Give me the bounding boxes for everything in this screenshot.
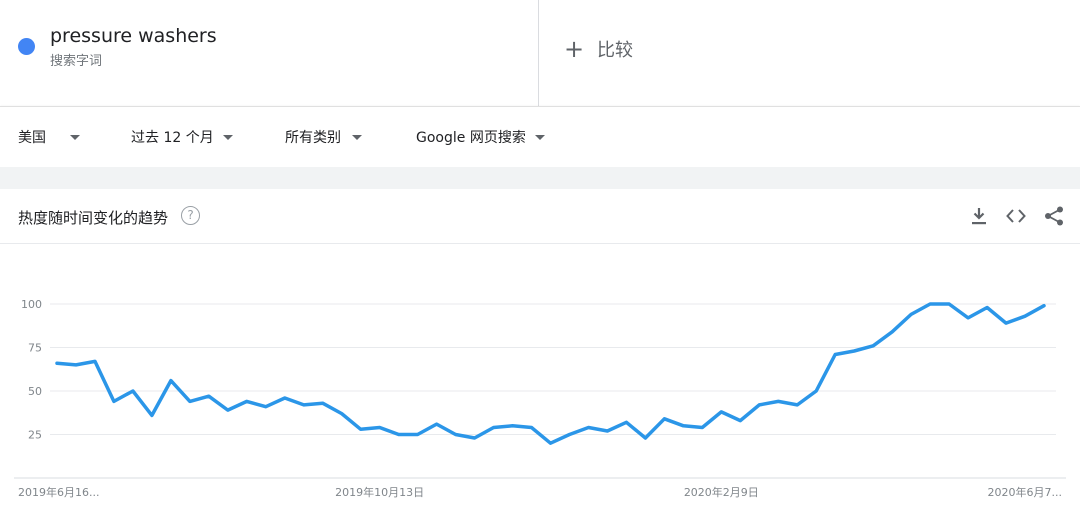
y-tick-label: 100 — [21, 298, 42, 311]
chart-grid — [14, 303, 1066, 479]
trend-line — [55, 302, 1046, 445]
x-tick-label: 2019年6月16... — [18, 485, 99, 499]
trend-chart: 25 50 75 100 2019年6月16... 2019年10月13日 2020年2月… — [14, 298, 1066, 499]
term-color-dot — [18, 38, 35, 55]
y-tick-label: 50 — [28, 385, 42, 398]
y-tick-label: 75 — [28, 342, 42, 355]
x-axis-labels: 2019年6月16... 2019年10月13日 2020年2月9日 2020年6月7… — [18, 485, 1062, 499]
compare-label: 比较 — [597, 40, 633, 61]
section-divider — [0, 167, 1080, 189]
search-type-value: Google 网页搜索 — [416, 130, 526, 146]
x-tick-label: 2019年10月13日 — [335, 485, 424, 499]
term-type-label: 搜索字词 — [50, 54, 103, 69]
search-type-dropdown[interactable]: Google 网页搜索 — [416, 107, 545, 167]
search-term-bar: pressure washers 搜索字词 + 比较 — [0, 0, 1080, 106]
embed-code-icon[interactable] — [1004, 204, 1028, 228]
panel-header: 热度随时间变化的趋势 ? — [0, 189, 1080, 244]
chevron-down-icon — [222, 134, 233, 140]
x-tick-label: 2020年6月7... — [988, 485, 1062, 499]
region-value: 美国 — [18, 130, 46, 146]
y-tick-label: 25 — [28, 429, 42, 442]
category-value: 所有类别 — [285, 130, 341, 146]
chevron-down-icon — [70, 134, 80, 140]
y-axis-labels: 25 50 75 100 — [21, 298, 42, 442]
compare-button[interactable]: + 比较 — [563, 34, 633, 64]
time-range-dropdown[interactable]: 过去 12 个月 — [131, 107, 233, 167]
region-dropdown[interactable]: 美国 — [18, 107, 80, 167]
term-name: pressure washers — [50, 25, 217, 47]
help-icon[interactable]: ? — [181, 206, 200, 225]
search-term-card[interactable]: pressure washers 搜索字词 — [0, 0, 539, 106]
x-tick-label: 2020年2月9日 — [684, 485, 759, 499]
filter-bar: 美国 过去 12 个月 所有类别 Google 网页搜索 — [0, 106, 1080, 167]
category-dropdown[interactable]: 所有类别 — [285, 107, 362, 167]
time-range-value: 过去 12 个月 — [131, 130, 214, 146]
chevron-down-icon — [352, 134, 362, 140]
share-icon[interactable] — [1042, 204, 1066, 228]
plus-icon: + — [563, 35, 585, 63]
panel-title: 热度随时间变化的趋势 — [18, 209, 169, 227]
chevron-down-icon — [534, 134, 545, 140]
download-icon[interactable] — [967, 204, 991, 228]
